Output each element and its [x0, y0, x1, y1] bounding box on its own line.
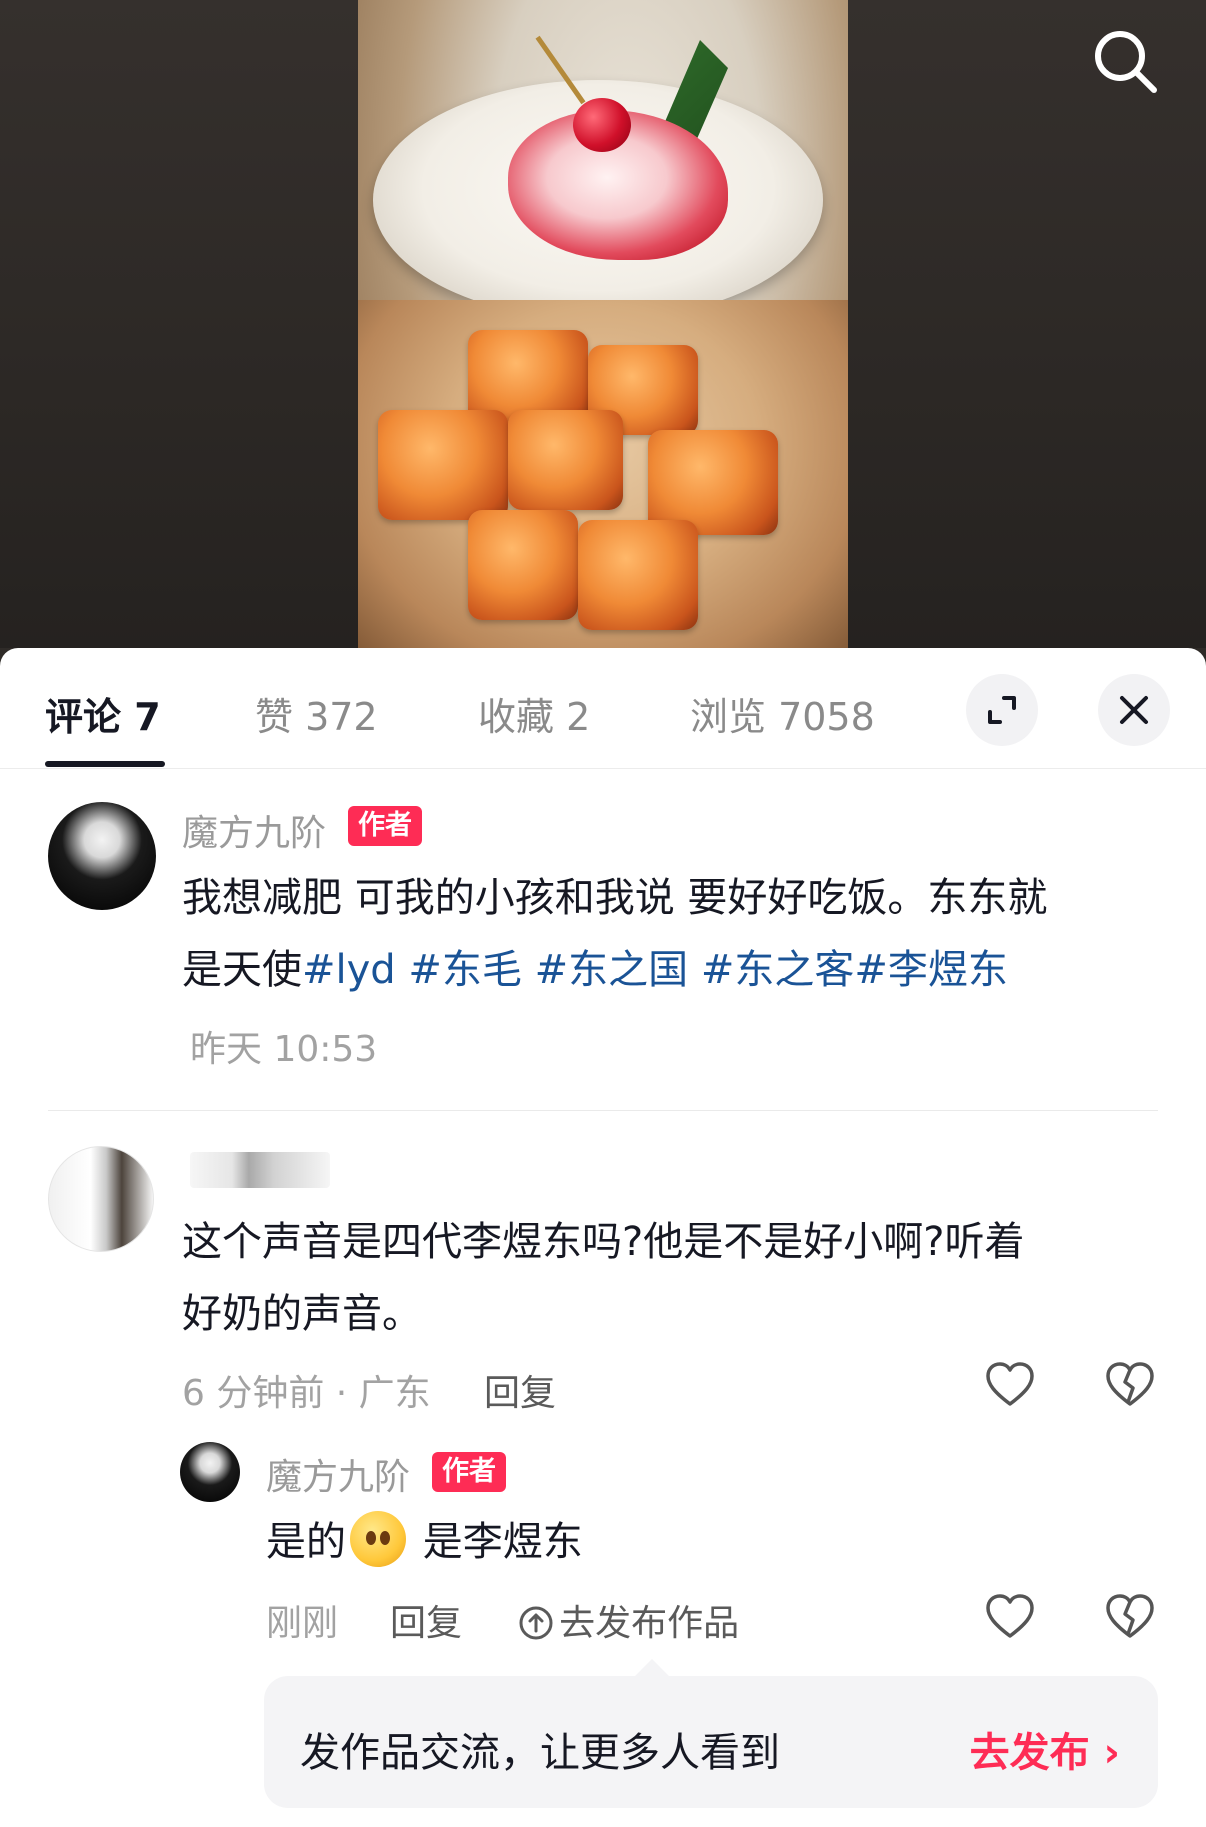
- close-button[interactable]: [1098, 674, 1170, 746]
- author-name[interactable]: 魔方九阶: [182, 804, 326, 856]
- reply-text: 是的 是李煜东: [266, 1506, 583, 1578]
- heart-icon[interactable]: [984, 1360, 1036, 1412]
- post-text-line2: 是天使#lyd #东毛 #东之国 #东之客#李煜东: [182, 934, 1008, 1006]
- close-icon: [1120, 696, 1148, 724]
- reply-time: 刚刚: [266, 1603, 339, 1644]
- food-chunk: [468, 510, 578, 620]
- hashtag-link[interactable]: #东之国: [522, 947, 689, 993]
- food-chunk: [578, 520, 698, 630]
- expand-icon: [988, 696, 1016, 724]
- broken-heart-icon[interactable]: [1104, 1360, 1156, 1412]
- food-chunk: [508, 410, 623, 510]
- tab-favorites[interactable]: 收藏 2: [478, 686, 590, 741]
- publish-prompt-text: 发作品交流，让更多人看到: [300, 1730, 780, 1776]
- food-chunk: [378, 410, 508, 520]
- pleading-face-emoji: [350, 1511, 406, 1567]
- comment-text-line2: 好奶的声音。: [182, 1291, 422, 1337]
- publish-prompt[interactable]: 发作品交流，让更多人看到 去发布 ›: [264, 1676, 1158, 1808]
- reply-button[interactable]: 回复: [484, 1364, 556, 1416]
- post-text-line1: 我想减肥 可我的小孩和我说 要好好吃饭。东东就: [182, 875, 1048, 921]
- fried-food-basket: [358, 300, 848, 648]
- video-area[interactable]: [0, 0, 1206, 648]
- author-badge: 作者: [348, 806, 422, 846]
- tab-views[interactable]: 浏览 7058: [690, 686, 875, 741]
- active-tab-indicator: [45, 761, 165, 767]
- publish-work-link[interactable]: 去发布作品: [518, 1594, 739, 1646]
- broken-heart-icon[interactable]: [1104, 1592, 1156, 1644]
- post-divider: [48, 1110, 1158, 1111]
- hashtag-link[interactable]: #lyd: [302, 947, 396, 993]
- post-text-plain: 是天使: [182, 947, 302, 993]
- reply-author-avatar[interactable]: [180, 1442, 240, 1502]
- commenter-avatar[interactable]: [48, 1146, 154, 1252]
- search-icon[interactable]: [1086, 22, 1166, 102]
- hashtag-link[interactable]: #李煜东: [854, 947, 1008, 993]
- comment-text-line1: 这个声音是四代李煜东吗?他是不是好小啊?听着: [182, 1219, 1025, 1265]
- tab-comments[interactable]: 评论 7: [45, 686, 161, 741]
- tab-bar: 评论 7 赞 372 收藏 2 浏览 7058: [0, 648, 1206, 769]
- hashtag-link[interactable]: #东之客: [688, 947, 855, 993]
- cherry: [573, 98, 631, 152]
- upload-circle-icon: [519, 1606, 553, 1640]
- reply-text-after: 是李煜东: [410, 1519, 583, 1565]
- comment-meta: 6 分钟前 · 广东: [182, 1373, 431, 1414]
- reply-author-name[interactable]: 魔方九阶: [266, 1448, 410, 1500]
- post-time: 昨天 10:53: [190, 1029, 378, 1070]
- chevron-right-icon: ›: [1103, 1730, 1120, 1776]
- expand-button[interactable]: [966, 674, 1038, 746]
- reply-author-badge: 作者: [432, 1452, 506, 1492]
- hashtag-link[interactable]: #东毛: [396, 947, 522, 993]
- publish-work-label: 去发布作品: [559, 1603, 740, 1644]
- commenter-name-redacted[interactable]: [190, 1152, 330, 1188]
- publish-now-label: 去发布: [969, 1730, 1090, 1776]
- publish-now-button[interactable]: 去发布 ›: [970, 1720, 1120, 1778]
- comment-sheet: 评论 7 赞 372 收藏 2 浏览 7058 魔方九阶 作者 我想减肥 可我的…: [0, 648, 1206, 1827]
- author-avatar[interactable]: [48, 802, 156, 910]
- reply-text-before: 是的: [266, 1519, 346, 1565]
- heart-icon[interactable]: [984, 1592, 1036, 1644]
- tab-likes[interactable]: 赞 372: [255, 686, 378, 741]
- food-photo: [358, 0, 848, 648]
- reply-reply-button[interactable]: 回复: [390, 1594, 462, 1646]
